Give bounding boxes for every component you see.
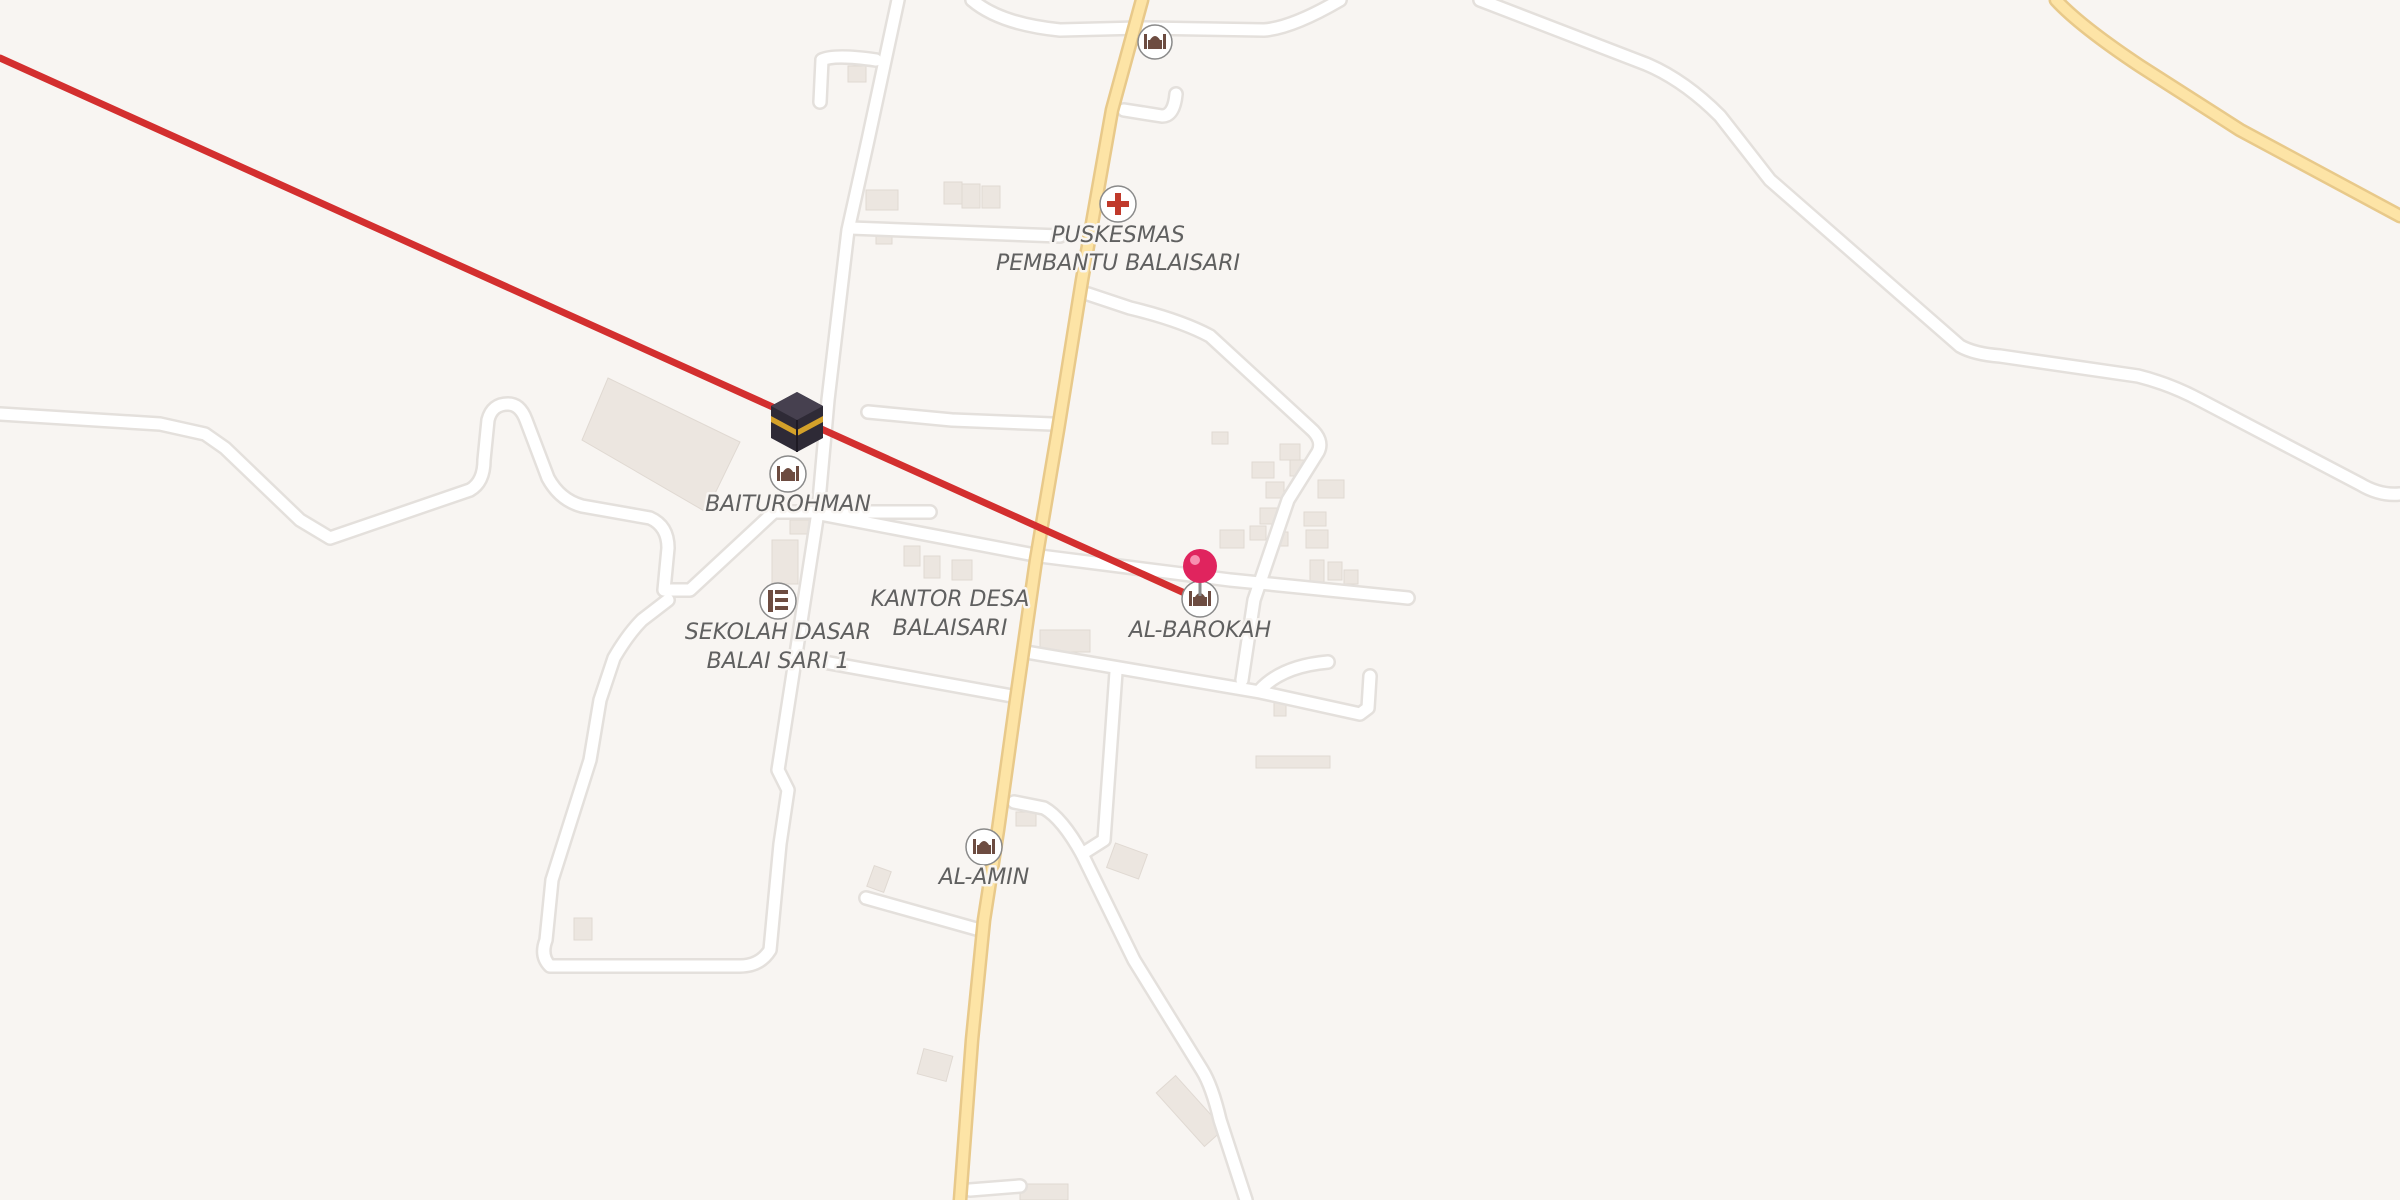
sekolah-label-line2: BALAI SARI 1 (707, 649, 850, 674)
al-barokah-label: AL-BAROKAH (1127, 618, 1271, 643)
sekolah-label: SEKOLAH DASAR (685, 620, 871, 645)
al-amin-label: AL-AMIN (937, 865, 1030, 890)
kantor-desa-label: KANTOR DESA (871, 587, 1030, 612)
baiturohman-label: BAITUROHMAN (705, 492, 871, 517)
kantor-desa-label-line2: BALAISARI (893, 616, 1008, 641)
mosque-icon[interactable] (1137, 24, 1173, 60)
mosque-icon[interactable] (769, 455, 807, 493)
puskesmas-label-line2: PEMBANTU BALAISARI (996, 251, 1240, 276)
map-view[interactable]: PUSKESMAS PEMBANTU BALAISARI BAITUROHMAN… (0, 0, 2400, 1200)
hospital-icon[interactable] (1099, 185, 1137, 223)
puskesmas-label: PUSKESMAS (1051, 223, 1185, 248)
school-icon[interactable] (759, 582, 797, 620)
mosque-icon[interactable] (965, 828, 1003, 866)
map-canvas[interactable]: PUSKESMAS PEMBANTU BALAISARI BAITUROHMAN… (0, 0, 2400, 1200)
